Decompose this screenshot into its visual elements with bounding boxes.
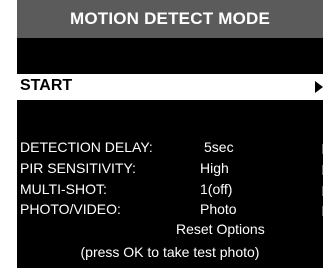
title-bar: MOTION DETECT MODE [17,0,323,38]
multi-shot-value: 1(off) [200,181,233,197]
setting-row-photo-video[interactable]: PHOTO/VIDEO: Photo [17,201,323,221]
photo-video-label: PHOTO/VIDEO: [20,201,121,217]
pir-sensitivity-label: PIR SENSITIVITY: [20,160,136,176]
reset-options-item[interactable]: Reset Options [176,221,265,237]
setting-row-pir-sensitivity[interactable]: PIR SENSITIVITY: High [17,160,323,180]
start-menu-item[interactable]: START [17,74,323,100]
triangle-right-icon [315,81,323,93]
menu-title: MOTION DETECT MODE [69,9,271,28]
setting-row-multi-shot[interactable]: MULTI-SHOT: 1(off) [17,181,323,201]
photo-video-value: Photo [200,201,237,217]
pir-sensitivity-value: High [200,160,229,176]
camera-menu-screen: MOTION DETECT MODE START DETECTION DELAY… [17,0,323,268]
start-label: START [20,77,73,94]
detection-delay-label: DETECTION DELAY: [20,139,153,155]
detection-delay-value: 5sec [204,139,234,155]
setting-row-detection-delay[interactable]: DETECTION DELAY: 5sec [17,139,323,159]
test-photo-hint: (press OK to take test photo) [80,244,260,260]
multi-shot-label: MULTI-SHOT: [20,181,107,197]
